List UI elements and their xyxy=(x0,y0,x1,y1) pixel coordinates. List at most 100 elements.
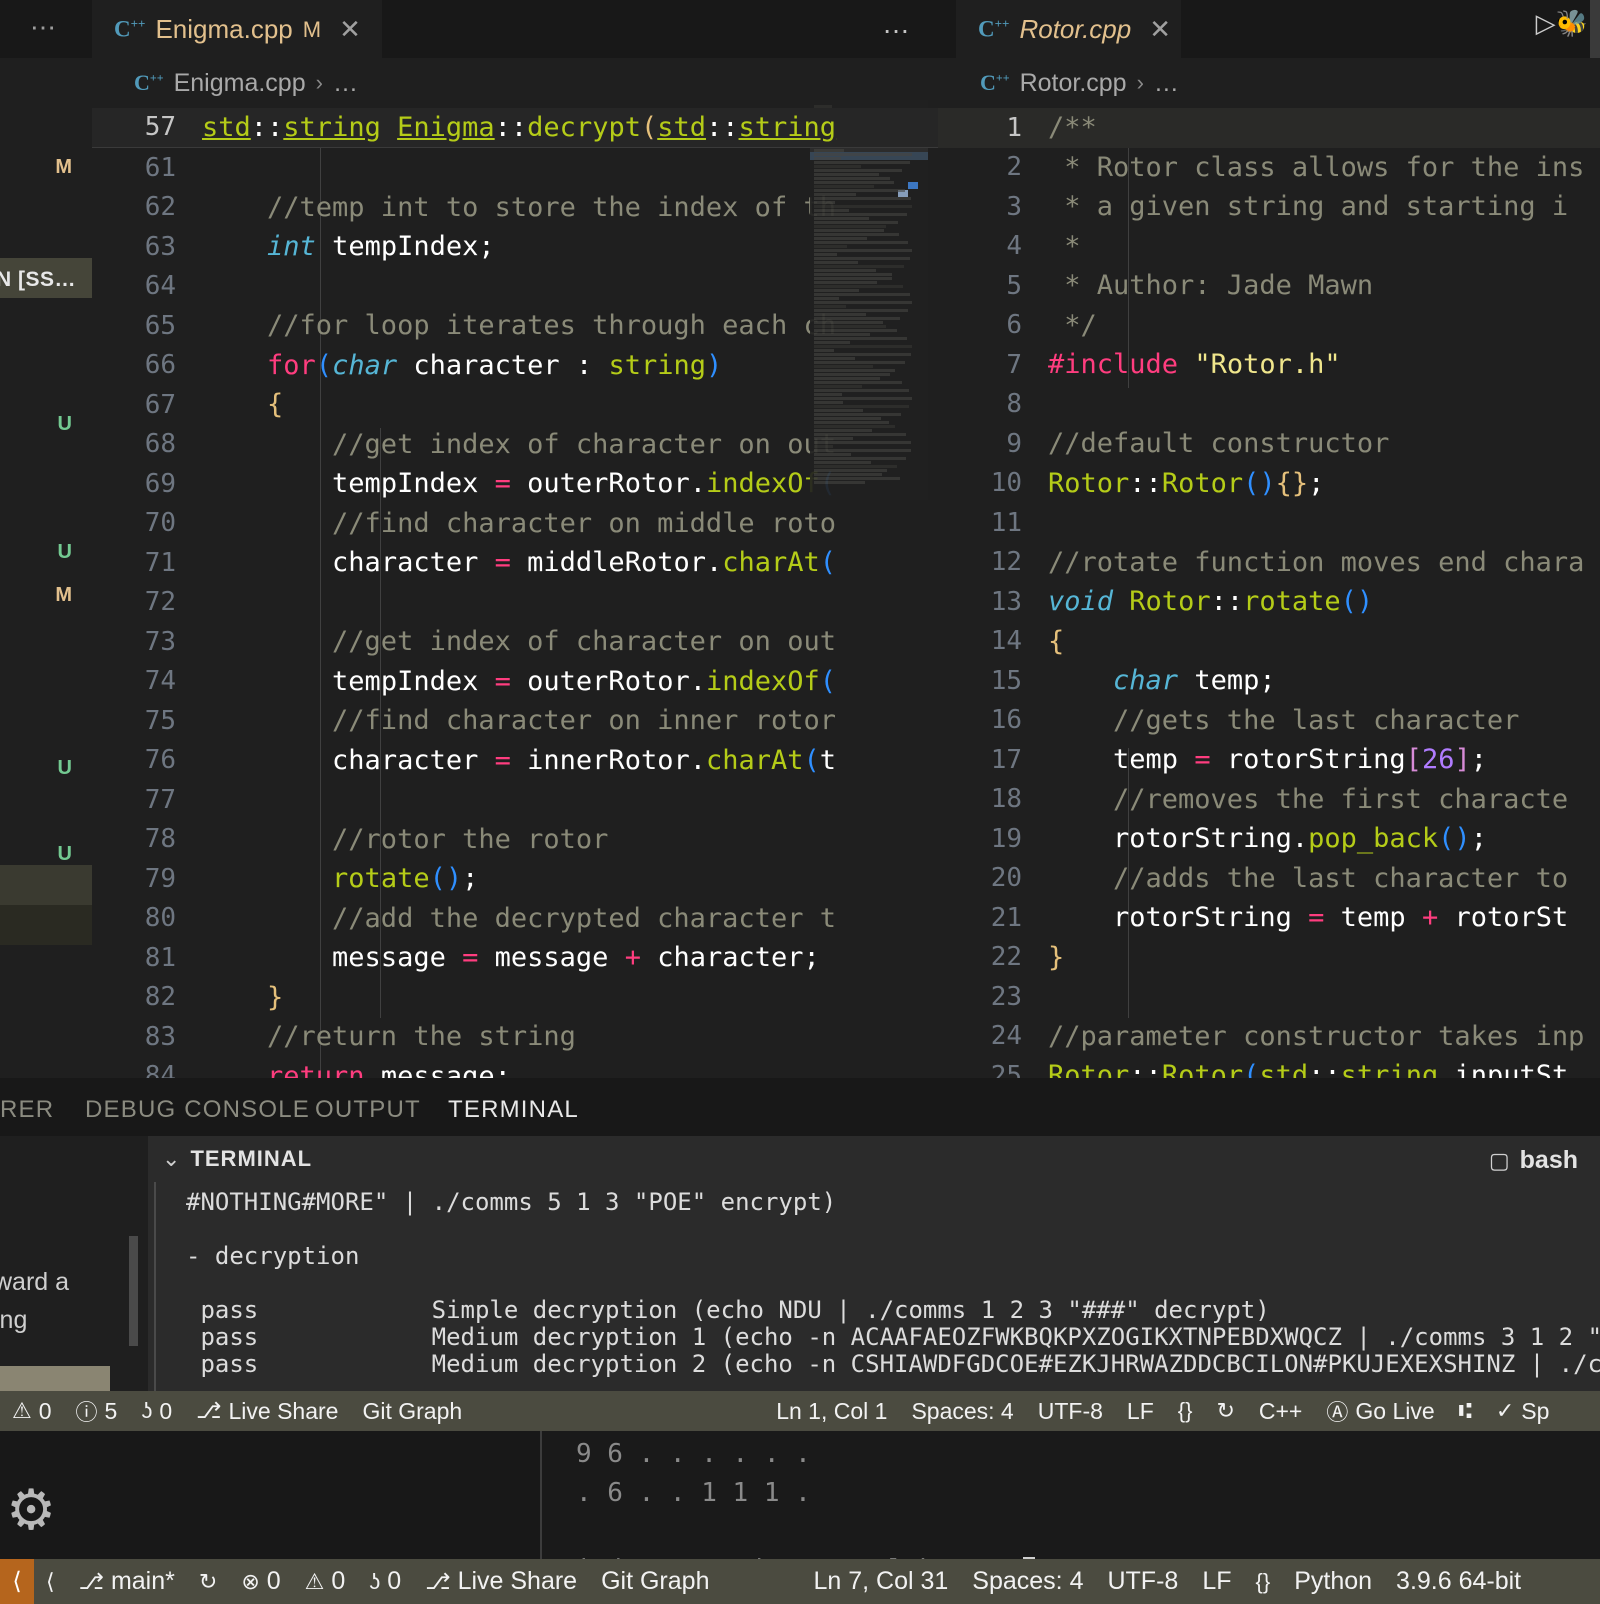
panel-tab-output[interactable]: OUTPUT xyxy=(315,1096,421,1130)
code-line[interactable]: 17 temp = rotorString[26]; xyxy=(938,740,1600,780)
statusbar-item-cursor-position[interactable]: Ln 7, Col 31 xyxy=(801,1567,960,1596)
panel-tab-terminal[interactable]: TERMINAL xyxy=(448,1096,579,1140)
statusbar-item-encoding[interactable]: UTF-8 xyxy=(1026,1398,1115,1425)
code-line[interactable]: 25 Rotor::Rotor(std::string inputSt xyxy=(938,1056,1600,1078)
breadcrumb-file[interactable]: Enigma.cpp xyxy=(174,69,306,98)
statusbar-item-eol[interactable]: LF xyxy=(1190,1567,1243,1596)
chevron-down-icon[interactable]: ⌄ xyxy=(162,1146,180,1172)
code-line[interactable]: 18 //removes the first characte xyxy=(938,780,1600,820)
code-line[interactable]: 2 * Rotor class allows for the ins xyxy=(938,148,1600,188)
statusbar-item-indentation[interactable]: Spaces: 4 xyxy=(960,1567,1095,1596)
code-line[interactable]: 84 return message; xyxy=(92,1057,938,1078)
statusbar-item-remote-indicator[interactable]: ʖ0 xyxy=(357,1567,413,1596)
panel-tab-rer[interactable]: RER xyxy=(0,1096,54,1130)
terminal-output[interactable]: #NOTHING#MORE" | ./comms 5 1 3 "POE" enc… xyxy=(148,1182,1600,1391)
code-editor-right[interactable]: 1/** 2 * Rotor class allows for the ins 3 … xyxy=(938,108,1600,1078)
breadcrumb-file[interactable]: Rotor.cpp xyxy=(1020,69,1127,98)
tab-enigma-cpp[interactable]: C++ Enigma.cpp M ✕ xyxy=(92,0,382,58)
explorer-file-row[interactable]: M xyxy=(0,576,92,616)
code-line[interactable]: 19 rotorString.pop_back(); xyxy=(938,819,1600,859)
code-line[interactable]: 1 /** xyxy=(938,108,1600,148)
statusbar-item-live-share[interactable]: ⎇ Live Share xyxy=(184,1398,350,1425)
overflow-dots-icon[interactable]: ⋯ xyxy=(30,14,58,40)
explorer-row-highlight[interactable] xyxy=(0,865,92,905)
code-line[interactable]: 10 Rotor::Rotor(){}; xyxy=(938,464,1600,504)
statusbar-item-sync[interactable]: ↻ xyxy=(1204,1398,1246,1424)
code-line[interactable]: 73 //get index of character on out xyxy=(92,622,938,662)
code-line[interactable]: 12 //rotate function moves end chara xyxy=(938,543,1600,583)
code-line[interactable]: 3 * a given string and starting i xyxy=(938,187,1600,227)
explorer-file-row[interactable]: M xyxy=(0,148,92,188)
code-line[interactable]: 79 rotate(); xyxy=(92,859,938,899)
code-line[interactable]: 20 //adds the last character to xyxy=(938,859,1600,899)
code-line[interactable]: 15 char temp; xyxy=(938,661,1600,701)
breadcrumb-rest[interactable]: … xyxy=(1154,69,1179,98)
breadcrumb-rest[interactable]: … xyxy=(333,69,358,98)
explorer-file-row[interactable]: U xyxy=(0,533,92,573)
statusbar-item-eol[interactable]: LF xyxy=(1115,1398,1166,1425)
code-line[interactable]: 8 xyxy=(938,385,1600,425)
statusbar-item-brackets[interactable]: {} xyxy=(1166,1398,1205,1424)
run-and-debug-icon[interactable]: ▷🐝 xyxy=(1536,8,1588,39)
remote-window-indicator[interactable]: ⟨ xyxy=(0,1559,34,1604)
statusbar-item-go-live[interactable]: Ⓐ Go Live xyxy=(1314,1395,1446,1427)
vertical-scrollbar[interactable] xyxy=(1590,0,1600,58)
code-line[interactable]: 83 //return the string xyxy=(92,1017,938,1057)
code-line[interactable]: 23 xyxy=(938,977,1600,1017)
code-line[interactable]: 74 tempIndex = outerRotor.indexOf( xyxy=(92,662,938,702)
code-line[interactable]: 24 //parameter constructor takes inp xyxy=(938,1017,1600,1057)
statusbar-item-warnings[interactable]: ⚠ 0 xyxy=(293,1567,358,1596)
statusbar-item-sync-changes[interactable]: ↻ xyxy=(187,1569,229,1595)
statusbar-item-encoding[interactable]: UTF-8 xyxy=(1095,1567,1190,1596)
code-line[interactable]: 16 //gets the last character xyxy=(938,701,1600,741)
code-line[interactable]: 80 //add the decrypted character t xyxy=(92,899,938,939)
code-line[interactable]: 77 xyxy=(92,780,938,820)
statusbar-item-problems-errors[interactable]: ⚠ 0 xyxy=(0,1398,64,1425)
code-line[interactable]: 11 xyxy=(938,503,1600,543)
explorer-row-highlight-2[interactable] xyxy=(0,905,92,945)
explorer-file-row[interactable]: U xyxy=(0,405,92,445)
code-line[interactable]: 76 character = innerRotor.charAt(t xyxy=(92,741,938,781)
close-icon[interactable]: ✕ xyxy=(339,14,361,45)
code-line[interactable]: 78 //rotor the rotor xyxy=(92,820,938,860)
bottom-window-terminal[interactable]: 9 6 . . . . . .. 6 . . 1 1 1 . jademawn@… xyxy=(540,1431,1600,1585)
terminal-shell-indicator[interactable]: ▢ bash xyxy=(1489,1146,1578,1175)
code-line[interactable]: 21 rotorString = temp + rotorSt xyxy=(938,898,1600,938)
settings-gear-icon[interactable]: ⚙ xyxy=(6,1477,56,1543)
code-line[interactable]: 13 void Rotor::rotate() xyxy=(938,582,1600,622)
code-line[interactable]: 81 message = message + character; xyxy=(92,938,938,978)
code-line[interactable]: 9 //default constructor xyxy=(938,424,1600,464)
statusbar-item-errors[interactable]: ⊗ 0 xyxy=(229,1567,292,1596)
statusbar-item-language-mode[interactable]: Python xyxy=(1282,1567,1384,1596)
statusbar-item-spell-check[interactable]: ✓ Sp xyxy=(1484,1398,1562,1425)
code-line[interactable]: 22} xyxy=(938,938,1600,978)
statusbar-item-language-mode[interactable]: C++ xyxy=(1247,1398,1314,1425)
close-icon[interactable]: ✕ xyxy=(1149,14,1171,45)
statusbar-item-indentation[interactable]: Spaces: 4 xyxy=(899,1398,1025,1425)
panel-scrollbar[interactable] xyxy=(129,1236,138,1346)
statusbar-item-git-graph[interactable]: Git Graph xyxy=(350,1398,474,1425)
code-line[interactable]: 6 */ xyxy=(938,306,1600,346)
code-line[interactable]: 4 * xyxy=(938,227,1600,267)
statusbar-item-interpreter[interactable]: 3.9.6 64-bit xyxy=(1384,1567,1533,1596)
code-line[interactable]: 7 #include "Rotor.h" xyxy=(938,345,1600,385)
code-line[interactable]: 14 { xyxy=(938,622,1600,662)
code-line[interactable]: 82 } xyxy=(92,978,938,1018)
statusbar-item-live-share[interactable]: ⎇ Live Share xyxy=(413,1567,589,1596)
statusbar-item-remote-indicator[interactable]: ʖ0 xyxy=(129,1398,184,1425)
code-line[interactable]: 70 //find character on middle roto xyxy=(92,504,938,544)
panel-tab-debug-console[interactable]: DEBUG CONSOLE xyxy=(85,1096,310,1130)
code-line[interactable]: 71 character = middleRotor.charAt( xyxy=(92,543,938,583)
statusbar-item-remote-chevron[interactable]: ⟨ xyxy=(34,1569,67,1595)
statusbar-item-brackets[interactable]: {} xyxy=(1244,1569,1283,1595)
tab-rotor-cpp[interactable]: C++ Rotor.cpp ✕ xyxy=(956,0,1181,58)
explorer-file-row[interactable]: U xyxy=(0,749,92,789)
minimap-left[interactable] xyxy=(810,100,928,500)
statusbar-item-git-graph[interactable]: Git Graph xyxy=(589,1567,721,1596)
editor-actions-more-icon[interactable]: … xyxy=(882,8,912,40)
breadcrumb-left[interactable]: C++ Enigma.cpp › … xyxy=(92,58,358,108)
statusbar-item-problems-info[interactable]: ⓘ 5 xyxy=(64,1395,130,1427)
breadcrumb-right[interactable]: C++ Rotor.cpp › … xyxy=(938,58,1179,108)
code-line[interactable]: 75 //find character on inner rotor xyxy=(92,701,938,741)
code-line[interactable]: 5 * Author: Jade Mawn xyxy=(938,266,1600,306)
